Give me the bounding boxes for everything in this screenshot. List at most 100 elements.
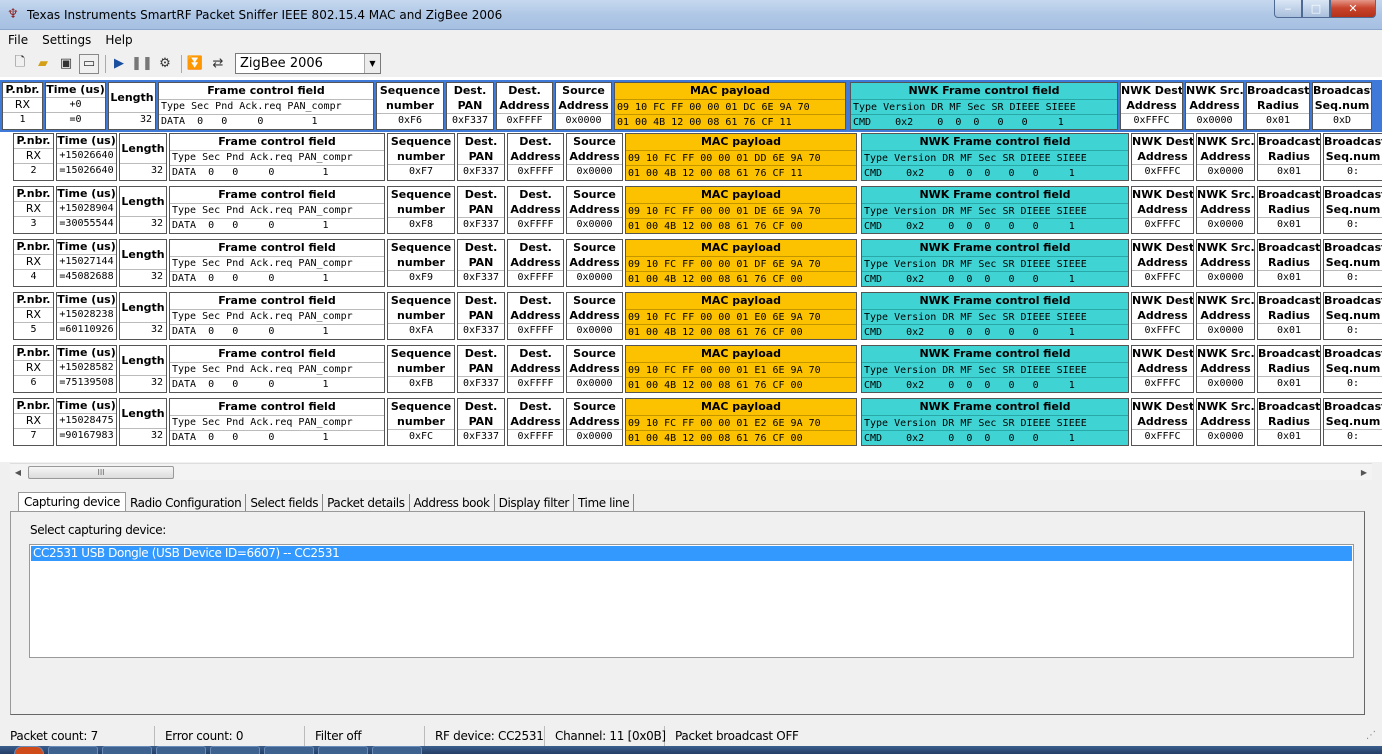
field-len[interactable]: Length 32 <box>119 345 167 393</box>
packet-row[interactable]: P.nbr. RX 1 Time (us) +0 =0 Length 32 Frame cont… <box>0 80 1382 132</box>
field-seq[interactable]: Sequence number 0xF6 <box>376 82 444 130</box>
field-seq[interactable]: Sequence number 0xFB <box>387 345 455 393</box>
taskbar-button[interactable] <box>372 746 422 754</box>
field-nwkd[interactable]: NWK Dest. Address 0xFFFC <box>1131 292 1194 340</box>
field-daddr[interactable]: Dest. Address 0xFFFF <box>496 82 553 130</box>
field-dpan[interactable]: Dest. PAN 0xF337 <box>457 186 505 234</box>
field-mac[interactable]: MAC payload 09 10 FC FF 00 00 01 E0 6E 9A… <box>625 292 857 340</box>
chevron-down-icon[interactable]: ▼ <box>364 54 380 73</box>
field-nbr[interactable]: P.nbr. RX 4 <box>13 239 54 287</box>
clear-icon[interactable]: ▭ <box>79 53 99 74</box>
field-bs[interactable]: Broadcast Seq.num 0: <box>1323 345 1382 393</box>
field-daddr[interactable]: Dest. Address 0xFFFF <box>507 345 564 393</box>
field-seq[interactable]: Sequence number 0xF9 <box>387 239 455 287</box>
field-fcf[interactable]: Frame control field Type Sec Pnd Ack.req … <box>169 133 385 181</box>
field-bc[interactable]: Broadcast Radius 0x01 <box>1246 82 1310 130</box>
field-len[interactable]: Length 32 <box>119 133 167 181</box>
field-dpan[interactable]: Dest. PAN 0xF337 <box>457 292 505 340</box>
field-nwks[interactable]: NWK Src. Address 0x0000 <box>1185 82 1244 130</box>
field-mac[interactable]: MAC payload 09 10 FC FF 00 00 01 E2 6E 9A… <box>625 398 857 446</box>
field-time[interactable]: Time (us) +15028238 =60110926 <box>56 292 117 340</box>
field-mac[interactable]: MAC payload 09 10 FC FF 00 00 01 DF 6E 9A… <box>625 239 857 287</box>
field-nwks[interactable]: NWK Src. Address 0x0000 <box>1196 186 1255 234</box>
gear-icon[interactable]: ⚙ <box>155 54 175 74</box>
field-bs[interactable]: Broadcast Seq.num 0: <box>1323 398 1382 446</box>
taskbar-button[interactable] <box>264 746 314 754</box>
field-nwk[interactable]: NWK Frame control field Type Version DR M… <box>861 345 1129 393</box>
field-bs[interactable]: Broadcast Seq.num 0: <box>1323 186 1382 234</box>
close-button[interactable]: ✕ <box>1330 0 1376 18</box>
field-len[interactable]: Length 32 <box>119 239 167 287</box>
tab-address-book[interactable]: Address book <box>410 494 495 512</box>
field-daddr[interactable]: Dest. Address 0xFFFF <box>507 398 564 446</box>
field-saddr[interactable]: Source Address 0x0000 <box>566 345 623 393</box>
field-time[interactable]: Time (us) +15028582 =75139508 <box>56 345 117 393</box>
field-nwks[interactable]: NWK Src. Address 0x0000 <box>1196 133 1255 181</box>
field-nbr[interactable]: P.nbr. RX 6 <box>13 345 54 393</box>
field-seq[interactable]: Sequence number 0xF8 <box>387 186 455 234</box>
taskbar-button[interactable] <box>102 746 152 754</box>
field-bs[interactable]: Broadcast Seq.num 0: <box>1323 239 1382 287</box>
field-nbr[interactable]: P.nbr. RX 1 <box>2 82 43 130</box>
field-nwks[interactable]: NWK Src. Address 0x0000 <box>1196 398 1255 446</box>
minimize-button[interactable]: ‒ <box>1274 0 1302 18</box>
packet-row[interactable]: P.nbr. RX 5 Time (us) +15028238 =60110926 Leng… <box>13 292 1382 342</box>
field-len[interactable]: Length 32 <box>119 398 167 446</box>
field-nwkd[interactable]: NWK Dest. Address 0xFFFC <box>1131 345 1194 393</box>
field-nwkd[interactable]: NWK Dest. Address 0xFFFC <box>1131 186 1194 234</box>
field-nwkd[interactable]: NWK Dest. Address 0xFFFC <box>1120 82 1183 130</box>
field-daddr[interactable]: Dest. Address 0xFFFF <box>507 186 564 234</box>
field-saddr[interactable]: Source Address 0x0000 <box>566 133 623 181</box>
field-bc[interactable]: Broadcast Radius 0x01 <box>1257 186 1321 234</box>
taskbar-button[interactable] <box>318 746 368 754</box>
maximize-button[interactable]: □ <box>1302 0 1330 18</box>
field-time[interactable]: Time (us) +15028475 =90167983 <box>56 398 117 446</box>
tab-time-line[interactable]: Time line <box>574 494 635 512</box>
save-icon[interactable]: ▣ <box>56 54 76 74</box>
protocol-select[interactable]: ZigBee 2006 ▼ <box>235 53 381 74</box>
play-icon[interactable]: ▶ <box>109 54 129 74</box>
field-dpan[interactable]: Dest. PAN 0xF337 <box>457 345 505 393</box>
taskbar-button[interactable] <box>48 746 98 754</box>
field-fcf[interactable]: Frame control field Type Sec Pnd Ack.req … <box>169 398 385 446</box>
field-len[interactable]: Length 32 <box>119 186 167 234</box>
field-saddr[interactable]: Source Address 0x0000 <box>566 398 623 446</box>
tab-select-fields[interactable]: Select fields <box>246 494 324 512</box>
horizontal-scrollbar[interactable]: ◀ III ▶ <box>10 463 1372 480</box>
field-len[interactable]: Length 32 <box>108 82 156 130</box>
menu-settings[interactable]: Settings <box>34 33 97 47</box>
packet-row[interactable]: P.nbr. RX 7 Time (us) +15028475 =90167983 Leng… <box>13 398 1382 448</box>
field-mac[interactable]: MAC payload 09 10 FC FF 00 00 01 E1 6E 9A… <box>625 345 857 393</box>
address-lookup-icon[interactable]: ⇄ <box>208 54 228 74</box>
field-saddr[interactable]: Source Address 0x0000 <box>566 186 623 234</box>
field-bc[interactable]: Broadcast Radius 0x01 <box>1257 398 1321 446</box>
field-fcf[interactable]: Frame control field Type Sec Pnd Ack.req … <box>158 82 374 130</box>
field-fcf[interactable]: Frame control field Type Sec Pnd Ack.req … <box>169 239 385 287</box>
taskbar-button[interactable] <box>210 746 260 754</box>
field-nwks[interactable]: NWK Src. Address 0x0000 <box>1196 292 1255 340</box>
field-mac[interactable]: MAC payload 09 10 FC FF 00 00 01 DC 6E 9A… <box>614 82 846 130</box>
menu-help[interactable]: Help <box>97 33 138 47</box>
field-fcf[interactable]: Frame control field Type Sec Pnd Ack.req … <box>169 345 385 393</box>
taskbar-button[interactable] <box>156 746 206 754</box>
packet-row[interactable]: P.nbr. RX 4 Time (us) +15027144 =45082688 Leng… <box>13 239 1382 289</box>
scroll-thumb[interactable]: III <box>28 466 174 479</box>
field-dpan[interactable]: Dest. PAN 0xF337 <box>457 398 505 446</box>
field-bc[interactable]: Broadcast Radius 0x01 <box>1257 239 1321 287</box>
field-nwks[interactable]: NWK Src. Address 0x0000 <box>1196 345 1255 393</box>
field-saddr[interactable]: Source Address 0x0000 <box>566 239 623 287</box>
field-nbr[interactable]: P.nbr. RX 3 <box>13 186 54 234</box>
field-nwk[interactable]: NWK Frame control field Type Version DR M… <box>861 186 1129 234</box>
tab-packet-details[interactable]: Packet details <box>323 494 410 512</box>
field-nwk[interactable]: NWK Frame control field Type Version DR M… <box>850 82 1118 130</box>
tab-capturing-device[interactable]: Capturing device <box>18 492 126 512</box>
device-item[interactable]: CC2531 USB Dongle (USB Device ID=6607) -… <box>31 546 1352 561</box>
new-file-icon[interactable]: 🗋 <box>10 54 30 74</box>
field-bc[interactable]: Broadcast Radius 0x01 <box>1257 345 1321 393</box>
open-folder-icon[interactable]: ▰ <box>33 54 53 74</box>
field-bc[interactable]: Broadcast Radius 0x01 <box>1257 292 1321 340</box>
field-seq[interactable]: Sequence number 0xFA <box>387 292 455 340</box>
field-bs[interactable]: Broadcast Seq.num 0: <box>1323 133 1382 181</box>
field-nwk[interactable]: NWK Frame control field Type Version DR M… <box>861 239 1129 287</box>
field-mac[interactable]: MAC payload 09 10 FC FF 00 00 01 DD 6E 9A… <box>625 133 857 181</box>
